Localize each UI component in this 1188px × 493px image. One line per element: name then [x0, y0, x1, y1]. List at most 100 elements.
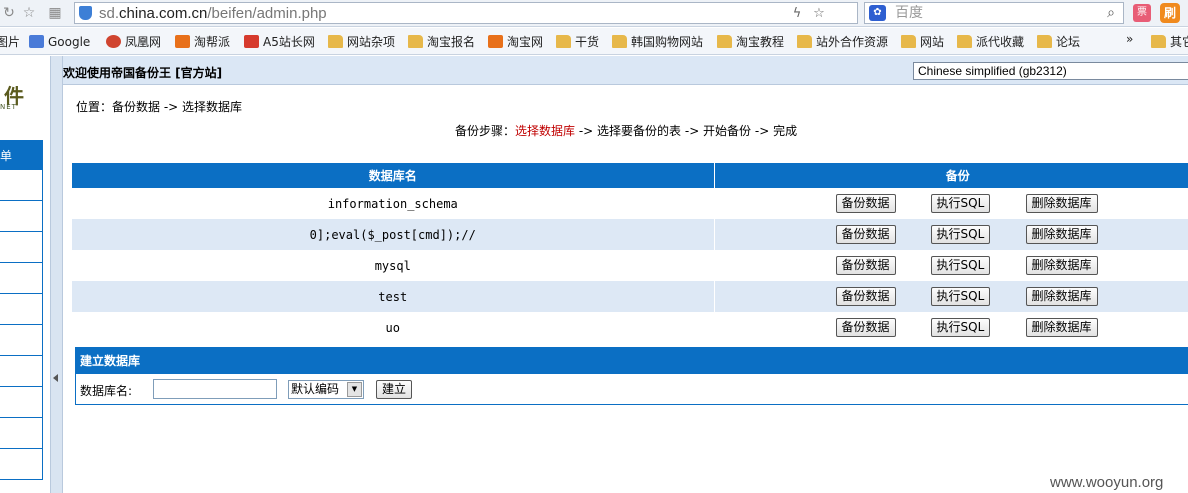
- left-menu-item[interactable]: [0, 201, 43, 232]
- table-row: uo 备份数据 执行SQL 删除数据库: [72, 312, 1188, 343]
- grid-icon[interactable]: ▦: [46, 4, 64, 22]
- db-name-cell: mysql: [72, 250, 715, 281]
- chevron-down-icon[interactable]: ▼: [347, 382, 362, 397]
- left-menu-header: 单: [0, 140, 43, 170]
- bookmark-item[interactable]: 站外合作资源: [797, 33, 888, 51]
- left-menu-item[interactable]: [0, 294, 43, 325]
- execute-sql-button[interactable]: 执行SQL: [930, 318, 991, 337]
- backup-data-button[interactable]: 备份数据: [835, 194, 896, 213]
- star-icon[interactable]: ☆: [20, 4, 38, 22]
- execute-sql-button[interactable]: 执行SQL: [930, 256, 991, 275]
- refresh-ext-icon[interactable]: 刷: [1160, 3, 1180, 23]
- breadcrumb: 位置：备份数据 -> 选择数据库: [76, 100, 243, 114]
- folder-icon: [797, 35, 812, 48]
- taobao-icon: [488, 35, 503, 48]
- bookmark-item[interactable]: 其它: [1151, 33, 1188, 51]
- left-menu-item[interactable]: [0, 263, 43, 294]
- frame-splitter[interactable]: [50, 56, 63, 493]
- column-header-backup: 备份: [714, 163, 1188, 188]
- backup-data-button[interactable]: 备份数据: [835, 287, 896, 306]
- folder-icon: [1037, 35, 1052, 48]
- folder-icon: [408, 35, 423, 48]
- delete-database-button[interactable]: 删除数据库: [1025, 287, 1098, 306]
- bookmark-item[interactable]: 淘帮派: [175, 33, 230, 51]
- left-menu-item[interactable]: [0, 449, 43, 480]
- bookmark-item[interactable]: 淘宝网: [488, 33, 543, 51]
- bookmark-item[interactable]: Google: [29, 33, 90, 51]
- bookmark-item[interactable]: 网站: [901, 33, 944, 51]
- create-database-button[interactable]: 建立: [376, 380, 413, 399]
- a5-icon: [244, 35, 259, 48]
- search-input[interactable]: 百度: [895, 4, 923, 23]
- bookmarks-more-button[interactable]: »: [1126, 32, 1133, 46]
- bookmark-item[interactable]: 干货: [556, 33, 599, 51]
- browser-toolbar: ↻ ☆ ▦ sd.china.com.cn/beifen/admin.php ϟ…: [0, 0, 1188, 27]
- delete-database-button[interactable]: 删除数据库: [1025, 194, 1098, 213]
- left-menu-header-text: 单: [0, 149, 13, 163]
- table-row: 0];eval($_post[cmd]);// 备份数据 执行SQL 删除数据库: [72, 219, 1188, 250]
- bookmark-item[interactable]: 网站杂项: [328, 33, 395, 51]
- bookmark-item[interactable]: 图片: [0, 33, 20, 51]
- steps-current: 选择数据库: [515, 124, 576, 138]
- taobao-icon: [175, 35, 190, 48]
- backup-data-button[interactable]: 备份数据: [835, 318, 896, 337]
- left-menu-item[interactable]: [0, 356, 43, 387]
- create-database-title: 建立数据库: [76, 348, 1188, 374]
- actions-cell: 备份数据 执行SQL 删除数据库: [714, 312, 1188, 343]
- folder-icon: [328, 35, 343, 48]
- delete-database-button[interactable]: 删除数据库: [1025, 225, 1098, 244]
- db-name-cell: test: [72, 281, 715, 312]
- address-bar[interactable]: sd.china.com.cn/beifen/admin.php ϟ ☆ ▼: [74, 2, 926, 24]
- logo-subtext: NET: [0, 103, 17, 111]
- actions-cell: 备份数据 执行SQL 删除数据库: [714, 219, 1188, 250]
- folder-icon: [612, 35, 627, 48]
- left-menu-item[interactable]: [0, 232, 43, 263]
- page-title: 欢迎使用帝国备份王 [官方站]: [63, 66, 223, 80]
- charset-select-value: 默认编码: [291, 382, 340, 396]
- bookmark-star-icon[interactable]: ☆: [811, 6, 827, 22]
- execute-sql-button[interactable]: 执行SQL: [930, 287, 991, 306]
- lightning-icon[interactable]: ϟ: [789, 6, 805, 22]
- bookmarks-bar: 图片 Google 凤凰网 淘帮派 A5站长网 网站杂项 淘宝报名 淘宝网 干货…: [0, 28, 1188, 55]
- table-header-row: 数据库名 备份: [72, 163, 1188, 188]
- left-menu-item[interactable]: [0, 170, 43, 201]
- shield-icon: [79, 6, 92, 20]
- collapse-arrow-icon[interactable]: [53, 374, 58, 382]
- actions-cell: 备份数据 执行SQL 删除数据库: [714, 281, 1188, 312]
- bookmark-item[interactable]: 淘宝教程: [717, 33, 784, 51]
- bookmark-item[interactable]: 韩国购物网站: [612, 33, 703, 51]
- search-box[interactable]: ✿ 百度 ⌕: [864, 2, 1124, 24]
- folder-icon: [717, 35, 732, 48]
- bookmark-item[interactable]: 派代收藏: [957, 33, 1024, 51]
- bookmark-item[interactable]: A5站长网: [244, 33, 315, 51]
- ticket-ext-icon[interactable]: 票: [1133, 4, 1151, 22]
- paw-icon[interactable]: ✿: [869, 5, 886, 21]
- charset-select[interactable]: 默认编码 ▼: [288, 380, 364, 399]
- create-database-form: 建立数据库 数据库名: 默认编码 ▼ 建立: [75, 347, 1188, 405]
- language-select[interactable]: Chinese simplified (gb2312): [913, 62, 1188, 80]
- search-icon[interactable]: ⌕: [1103, 5, 1119, 21]
- bookmark-item[interactable]: 论坛: [1037, 33, 1080, 51]
- bookmark-item[interactable]: 凤凰网: [106, 33, 161, 51]
- left-menu-item[interactable]: [0, 387, 43, 418]
- watermark: www.wooyun.org: [1050, 474, 1164, 491]
- folder-icon: [957, 35, 972, 48]
- db-name-label: 数据库名:: [80, 384, 133, 398]
- backup-data-button[interactable]: 备份数据: [835, 256, 896, 275]
- left-menu-item[interactable]: [0, 418, 43, 449]
- delete-database-button[interactable]: 删除数据库: [1025, 256, 1098, 275]
- history-icon[interactable]: ↻: [0, 4, 18, 22]
- db-name-input[interactable]: [153, 379, 277, 399]
- table-row: test 备份数据 执行SQL 删除数据库: [72, 281, 1188, 312]
- bookmark-item[interactable]: 淘宝报名: [408, 33, 475, 51]
- left-menu-item[interactable]: [0, 325, 43, 356]
- execute-sql-button[interactable]: 执行SQL: [930, 194, 991, 213]
- google-icon: [29, 35, 44, 48]
- db-name-cell: 0];eval($_post[cmd]);//: [72, 219, 715, 250]
- db-name-cell: information_schema: [72, 188, 715, 219]
- backup-data-button[interactable]: 备份数据: [835, 225, 896, 244]
- folder-icon: [901, 35, 916, 48]
- left-menu-frame: 件 NET 单: [0, 56, 50, 493]
- execute-sql-button[interactable]: 执行SQL: [930, 225, 991, 244]
- delete-database-button[interactable]: 删除数据库: [1025, 318, 1098, 337]
